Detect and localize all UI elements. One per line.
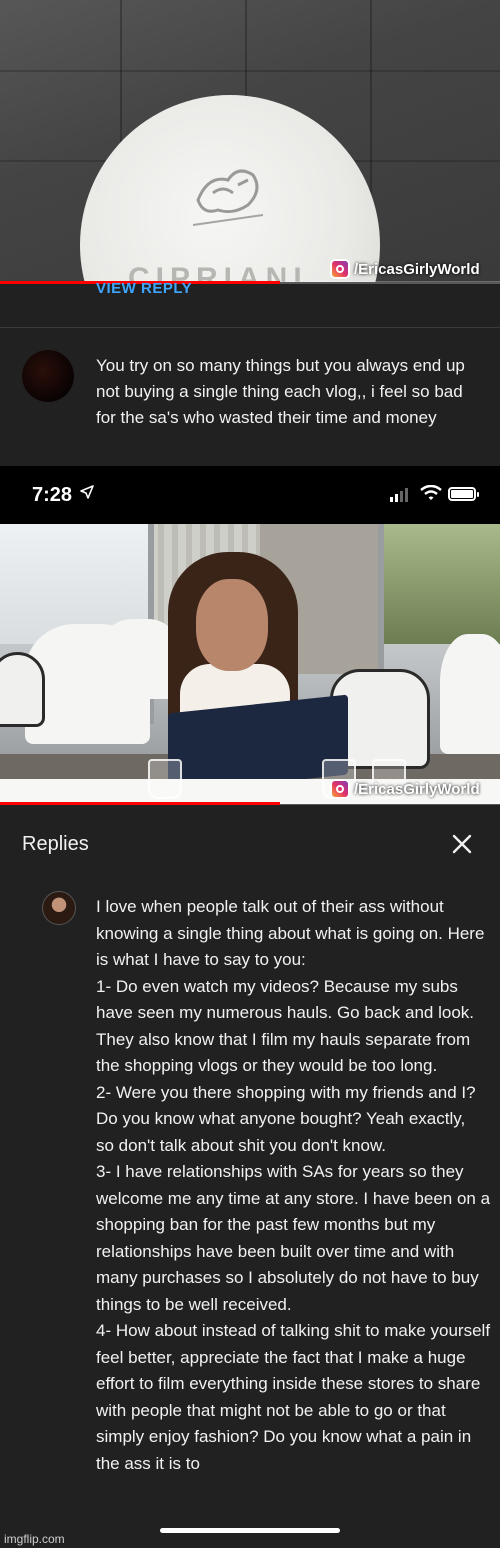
window <box>380 524 500 644</box>
signal-bars-icon <box>390 488 408 502</box>
instagram-watermark: /EricasGirlyWorld <box>330 259 480 279</box>
chair <box>0 652 45 727</box>
watermark-text: /EricasGirlyWorld <box>354 260 480 278</box>
wall-seam <box>0 70 500 72</box>
status-time: 7:28 <box>32 484 73 506</box>
video-player-top[interactable]: CIPRIANI /EricasGirlyWorld <box>0 0 500 282</box>
person-face <box>196 579 268 671</box>
avatar[interactable] <box>42 891 76 925</box>
instagram-icon <box>330 259 350 279</box>
video-progress-fill <box>0 802 280 805</box>
table <box>440 634 500 754</box>
divider <box>0 327 500 328</box>
location-arrow-icon <box>80 485 94 499</box>
wifi-icon <box>420 485 442 500</box>
home-indicator[interactable] <box>160 1528 340 1533</box>
battery-icon <box>448 487 479 501</box>
replies-title: Replies <box>22 833 89 855</box>
restaurant-logo-icon <box>192 169 264 226</box>
close-icon[interactable] <box>450 832 474 856</box>
status-bar: 7:28 <box>0 466 500 524</box>
video-progress-bar[interactable] <box>0 802 500 805</box>
instagram-icon <box>330 779 350 799</box>
glass <box>148 759 182 799</box>
comment-text: You try on so many things but you always… <box>96 356 465 427</box>
video-progress-bar[interactable] <box>0 281 500 284</box>
avatar[interactable] <box>22 350 74 402</box>
reply-text: I love when people talk out of their ass… <box>96 897 491 1473</box>
instagram-watermark: /EricasGirlyWorld <box>330 779 480 799</box>
sign-text: CIPRIANI <box>128 262 308 282</box>
imgflip-watermark: imgflip.com <box>4 1532 65 1546</box>
view-reply-link[interactable]: VIEW REPLY <box>96 280 192 297</box>
watermark-text: /EricasGirlyWorld <box>354 780 480 798</box>
video-player-bottom[interactable]: /EricasGirlyWorld <box>0 524 500 804</box>
